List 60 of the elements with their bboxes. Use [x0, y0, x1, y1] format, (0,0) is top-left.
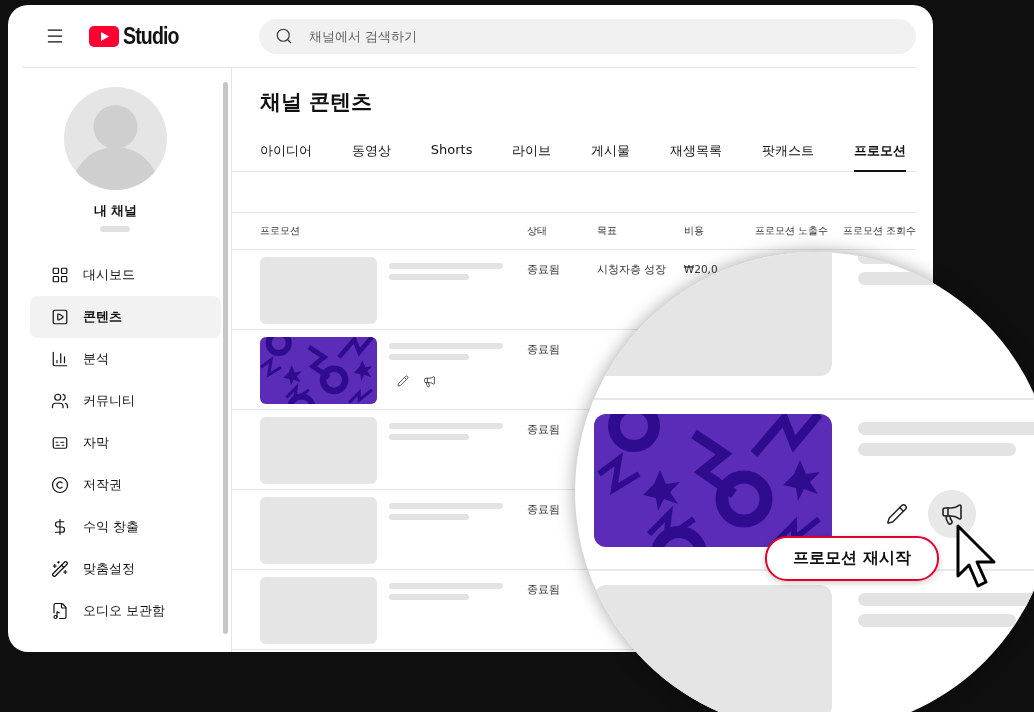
tab[interactable]: 아이디어: [259, 134, 312, 172]
column-header: 프로모션 조회수: [842, 224, 916, 238]
nav-item[interactable]: 커뮤니티: [30, 380, 221, 422]
column-header: 상태: [526, 224, 548, 238]
table-cell-text: 종료됨: [526, 582, 561, 597]
nav-label: 맞춤설정: [83, 560, 135, 578]
table-cell-text: ₩20,0: [683, 262, 719, 275]
column-header: 목표: [596, 224, 618, 238]
nav-label: 수익 창출: [83, 518, 140, 536]
page-title: 채널 콘텐츠: [258, 89, 374, 116]
column-header: 프로모션 노출수: [754, 224, 829, 238]
tab[interactable]: 팟캐스트: [762, 134, 815, 172]
nav-item[interactable]: 콘텐츠: [30, 296, 221, 338]
tab[interactable]: Shorts: [430, 134, 473, 172]
column-header: 프로모션: [259, 224, 301, 238]
nav-label: 분석: [83, 350, 109, 368]
nav-item[interactable]: 맞춤설정: [30, 548, 221, 590]
nav-item[interactable]: 저작권: [30, 464, 221, 506]
nav-label: 자막: [83, 434, 109, 452]
nav-item[interactable]: 대시보드: [30, 254, 221, 296]
tab[interactable]: 동영상: [351, 134, 391, 172]
search-field[interactable]: 채널에서 검색하기: [259, 18, 916, 54]
table-cell-text: 종료됨: [526, 422, 561, 437]
nav-label: 오디오 보관함: [83, 602, 166, 620]
magic-wand-icon: [51, 560, 69, 578]
nav-item[interactable]: 수익 창출: [30, 506, 221, 548]
music-file-icon: [51, 602, 69, 620]
tab[interactable]: 프로모션: [854, 134, 907, 172]
play-square-icon: [51, 308, 69, 326]
people-icon: [51, 392, 69, 410]
table-cell-text: 시청자층 성장: [596, 262, 668, 277]
tab[interactable]: 게시물: [591, 134, 631, 172]
pencil-icon[interactable]: [886, 503, 908, 525]
nav-label: 콘텐츠: [83, 308, 122, 326]
column-header: 비용: [683, 224, 705, 238]
logo-text: Studio: [123, 22, 179, 50]
copyright-icon: [51, 476, 69, 494]
table-cell-text: 종료됨: [526, 342, 561, 357]
table-cell-text: 종료됨: [526, 502, 561, 517]
megaphone-icon: [940, 502, 964, 526]
megaphone-icon[interactable]: [422, 375, 436, 388]
nav-item[interactable]: 자막: [30, 422, 221, 464]
nav-label: 저작권: [83, 476, 122, 494]
skeleton-line: [100, 226, 131, 232]
scrollbar[interactable]: [222, 82, 228, 634]
search-icon: [275, 26, 293, 45]
captions-icon: [51, 434, 69, 452]
dashboard-icon: [51, 266, 69, 284]
tab[interactable]: 재생목록: [670, 134, 723, 172]
tab[interactable]: 라이브: [512, 134, 552, 172]
tooltip: 프로모션 재시작: [765, 536, 939, 581]
bar-chart-icon: [51, 350, 69, 368]
play-logo-icon: [89, 25, 119, 47]
nav-label: 대시보드: [83, 266, 135, 284]
channel-name: 내 채널: [93, 203, 138, 220]
nav-item[interactable]: 분석: [30, 338, 221, 380]
nav-item[interactable]: 오디오 보관함: [30, 590, 221, 632]
table-cell-text: 종료됨: [526, 262, 561, 277]
pencil-icon[interactable]: [396, 375, 409, 387]
nav-label: 커뮤니티: [83, 392, 135, 410]
